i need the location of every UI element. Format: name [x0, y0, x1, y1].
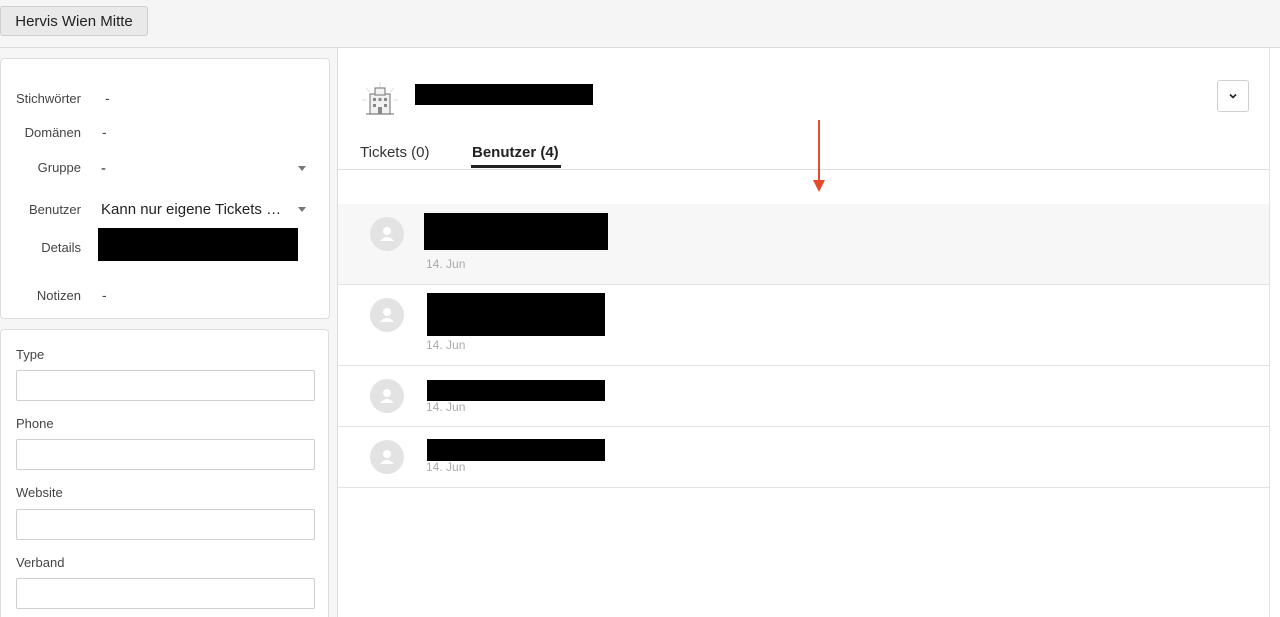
gruppe-select[interactable]: -: [101, 160, 306, 177]
chevron-down-icon: [298, 207, 306, 212]
organization-name-redacted: [415, 84, 593, 105]
domaenen-label: Domänen: [24, 125, 81, 140]
stichwoerter-value[interactable]: -: [105, 90, 110, 106]
avatar: [370, 217, 404, 251]
user-name-redacted: [427, 439, 605, 461]
user-row[interactable]: 14. Jun: [338, 427, 1270, 488]
benutzer-select[interactable]: Kann nur eigene Tickets sehen: [101, 201, 306, 218]
gruppe-select-value: -: [101, 160, 106, 177]
active-tab-indicator: [471, 165, 561, 168]
benutzer-label: Benutzer: [28, 202, 81, 217]
user-icon: [380, 308, 394, 322]
gruppe-label: Gruppe: [37, 160, 81, 175]
annotation-arrow-icon: [813, 180, 825, 192]
website-input[interactable]: [16, 509, 315, 540]
user-icon: [380, 389, 394, 403]
type-label: Type: [16, 347, 45, 362]
notizen-label: Notizen: [36, 288, 81, 303]
type-input[interactable]: [16, 370, 315, 401]
user-date: 14. Jun: [426, 257, 466, 271]
user-date: 14. Jun: [426, 400, 466, 414]
user-name-redacted: [424, 213, 608, 250]
chevron-down-icon: [1229, 93, 1237, 99]
organization-icon: [362, 82, 398, 115]
actions-dropdown-button[interactable]: [1217, 80, 1249, 112]
user-row[interactable]: 14. Jun: [338, 285, 1270, 366]
user-name-redacted: [427, 293, 605, 336]
user-row[interactable]: 14. Jun: [338, 366, 1270, 427]
stichwoerter-label: Stichwörter: [15, 91, 81, 106]
tabs-divider: [338, 169, 1270, 170]
user-date: 14. Jun: [426, 338, 466, 352]
details-label: Details: [41, 240, 81, 255]
scrollbar[interactable]: [1269, 48, 1280, 617]
benutzer-select-value: Kann nur eigene Tickets sehen: [101, 201, 306, 218]
phone-label: Phone: [16, 416, 54, 431]
avatar: [370, 440, 404, 474]
details-value-redacted[interactable]: [98, 228, 298, 261]
chevron-down-icon: [298, 166, 306, 171]
phone-input[interactable]: [16, 439, 315, 470]
top-bar: Hervis Wien Mitte: [0, 0, 1280, 48]
sidebar: Stichwörter - Domänen - Gruppe - Benutze…: [0, 48, 337, 617]
verband-input[interactable]: [16, 578, 315, 609]
main-panel: Tickets (0) Benutzer (4) 14. Jun 14. Jun…: [337, 48, 1280, 617]
avatar: [370, 298, 404, 332]
notizen-value[interactable]: -: [102, 287, 107, 303]
user-row[interactable]: 14. Jun: [338, 204, 1270, 285]
domaenen-value[interactable]: -: [102, 124, 107, 140]
user-icon: [380, 227, 394, 241]
fields-card: Type Phone Website Verband: [0, 329, 329, 617]
verband-label: Verband: [16, 555, 65, 570]
attributes-card: Stichwörter - Domänen - Gruppe - Benutze…: [0, 58, 330, 319]
user-icon: [380, 450, 394, 464]
tab-tickets[interactable]: Tickets (0): [360, 144, 429, 161]
avatar: [370, 379, 404, 413]
user-name-redacted: [427, 380, 605, 401]
website-label: Website: [16, 485, 63, 500]
organization-tab[interactable]: Hervis Wien Mitte: [0, 6, 148, 36]
annotation-arrow-line: [818, 120, 820, 182]
tab-benutzer[interactable]: Benutzer (4): [472, 144, 559, 161]
user-date: 14. Jun: [426, 460, 466, 474]
